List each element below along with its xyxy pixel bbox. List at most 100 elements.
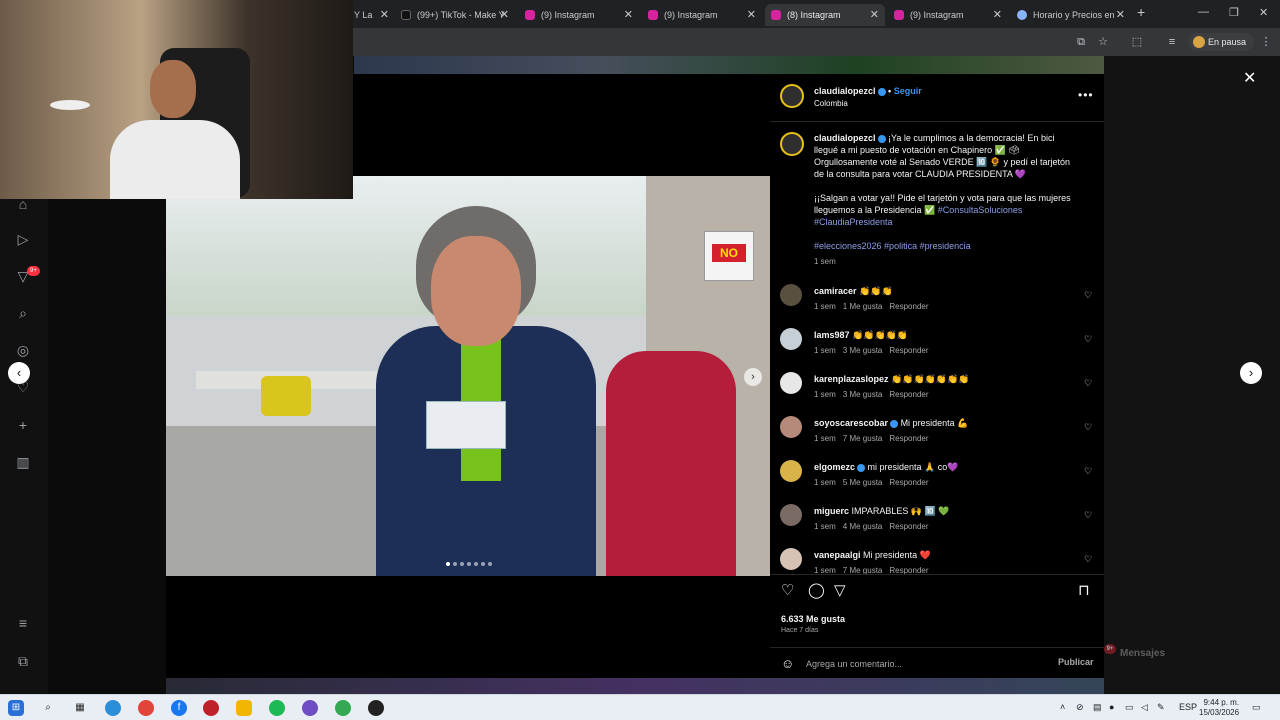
comment-likes[interactable]: 1 Me gusta	[843, 302, 883, 311]
comment-like-icon[interactable]: ♡	[1084, 378, 1092, 389]
commenter-username[interactable]: vanepaalgi	[814, 550, 861, 560]
author-avatar[interactable]	[780, 84, 804, 108]
commenter-avatar[interactable]	[780, 372, 802, 394]
close-tab-icon[interactable]: ✕	[1116, 8, 1125, 21]
minimize-icon[interactable]: —	[1198, 6, 1209, 18]
language-indicator[interactable]: ESP	[1179, 702, 1197, 712]
comment-likes[interactable]: 7 Me gusta	[843, 434, 883, 443]
reply-button[interactable]: Responder	[889, 478, 928, 487]
comment-like-icon[interactable]: ♡	[1084, 554, 1092, 565]
commenter-username[interactable]: miguerc	[814, 506, 849, 516]
browser-tab[interactable]: (9) Instagram ✕	[642, 4, 762, 26]
commenter-username[interactable]: elgomezc	[814, 462, 855, 472]
reels-icon[interactable]: ▷	[14, 230, 32, 248]
file-explorer-icon[interactable]	[236, 700, 252, 716]
prev-post-icon[interactable]: ‹	[8, 362, 30, 384]
menu-icon[interactable]: ≡	[14, 614, 32, 632]
app-icon[interactable]	[203, 700, 219, 716]
browser-tab-active[interactable]: (8) Instagram ✕	[765, 4, 885, 26]
commenter-username[interactable]: camiracer	[814, 286, 857, 296]
comment-icon[interactable]: ◯	[808, 581, 825, 599]
search-icon[interactable]: ⌕	[14, 304, 32, 322]
search-icon[interactable]: ⌕	[40, 700, 56, 716]
explore-icon[interactable]: ◎	[14, 341, 32, 359]
commenter-username[interactable]: lams987	[814, 330, 850, 340]
tray-icon[interactable]: ▤	[1093, 702, 1102, 713]
commenter-avatar[interactable]	[780, 328, 802, 350]
reply-button[interactable]: Responder	[889, 434, 928, 443]
dashboard-icon[interactable]: ▥	[14, 453, 32, 471]
commenter-avatar[interactable]	[780, 284, 802, 306]
browser-tab[interactable]: (9) Instagram ✕	[888, 4, 1008, 26]
chrome-profile-icon[interactable]	[335, 700, 351, 716]
close-tab-icon[interactable]: ✕	[380, 8, 389, 21]
caption-username[interactable]: claudialopezcl	[814, 133, 876, 143]
reading-list-icon[interactable]: ≡	[1165, 35, 1179, 49]
close-tab-icon[interactable]: ✕	[870, 8, 879, 21]
facebook-icon[interactable]: f	[171, 700, 187, 716]
browser-tab[interactable]: (99+) TikTok - Make Y ✕	[395, 4, 515, 26]
bookmark-icon[interactable]: ⊓	[1078, 581, 1090, 599]
close-tab-icon[interactable]: ✕	[624, 8, 633, 21]
next-post-icon[interactable]: ›	[1240, 362, 1262, 384]
bookmark-star-icon[interactable]: ☆	[1096, 35, 1110, 49]
follow-button[interactable]: Seguir	[894, 86, 922, 96]
task-view-icon[interactable]: ▦	[72, 700, 88, 716]
comment-likes[interactable]: 3 Me gusta	[843, 346, 883, 355]
apps-icon[interactable]: ⧉	[14, 652, 32, 670]
spotify-icon[interactable]	[269, 700, 285, 716]
comment-like-icon[interactable]: ♡	[1084, 422, 1092, 433]
clock[interactable]: 9:44 p. m. 15/03/2026	[1199, 698, 1239, 718]
comment-likes[interactable]: 4 Me gusta	[843, 522, 883, 531]
heart-icon[interactable]: ♡	[781, 581, 794, 599]
commenter-avatar[interactable]	[780, 416, 802, 438]
comment-likes[interactable]: 3 Me gusta	[843, 390, 883, 399]
caption-hashtags-2[interactable]: #elecciones2026 #politica #presidencia	[814, 241, 971, 251]
maximize-icon[interactable]: ❐	[1229, 6, 1239, 19]
close-tab-icon[interactable]: ✕	[500, 8, 509, 21]
caption-avatar[interactable]	[780, 132, 804, 156]
reply-button[interactable]: Responder	[889, 302, 928, 311]
author-username[interactable]: claudialopezcl	[814, 86, 876, 96]
window-close-icon[interactable]: ✕	[1259, 6, 1268, 19]
notifications-icon[interactable]: ▭	[1252, 702, 1261, 713]
extensions-icon[interactable]: ⬚	[1130, 35, 1144, 49]
tray-chevron-icon[interactable]: ˄	[1060, 702, 1065, 712]
close-tab-icon[interactable]: ✕	[747, 8, 756, 21]
install-app-icon[interactable]: ⧉	[1074, 35, 1088, 49]
new-tab-button[interactable]: +	[1137, 4, 1145, 20]
comment-likes[interactable]: 5 Me gusta	[843, 478, 883, 487]
messages-button[interactable]: 9+ Mensajes	[1104, 638, 1244, 668]
chrome-icon[interactable]	[138, 700, 154, 716]
emoji-icon[interactable]: ☺	[781, 656, 794, 671]
close-icon[interactable]: ✕	[1243, 68, 1256, 88]
browser-tab[interactable]: Horario y Precios en ✕	[1011, 4, 1131, 26]
profile-button[interactable]: En pausa	[1188, 33, 1255, 51]
like-count[interactable]: 6.633 Me gusta	[781, 614, 845, 624]
comment-like-icon[interactable]: ♡	[1084, 334, 1092, 345]
commenter-username[interactable]: karenplazaslopez	[814, 374, 889, 384]
tray-icon[interactable]: ▭	[1125, 702, 1134, 713]
commenter-username[interactable]: soyoscarescobar	[814, 418, 888, 428]
post-photo[interactable]: NO	[166, 176, 770, 576]
pen-icon[interactable]: ✎	[1157, 702, 1165, 713]
reply-button[interactable]: Responder	[889, 390, 928, 399]
create-icon[interactable]: +	[14, 416, 32, 434]
comment-like-icon[interactable]: ♡	[1084, 290, 1092, 301]
tray-icon[interactable]: ⊘	[1076, 702, 1084, 713]
browser-tab[interactable]: (9) Instagram ✕	[519, 4, 639, 26]
commenter-avatar[interactable]	[780, 504, 802, 526]
close-tab-icon[interactable]: ✕	[993, 8, 1002, 21]
comment-input[interactable]	[806, 656, 1026, 672]
microphone-icon[interactable]: ●	[1109, 702, 1114, 712]
commenter-avatar[interactable]	[780, 460, 802, 482]
comment-like-icon[interactable]: ♡	[1084, 466, 1092, 477]
app-icon[interactable]	[368, 700, 384, 716]
reply-button[interactable]: Responder	[889, 522, 928, 531]
share-icon[interactable]: ▽	[834, 581, 846, 599]
reply-button[interactable]: Responder	[889, 346, 928, 355]
comment-like-icon[interactable]: ♡	[1084, 510, 1092, 521]
post-location[interactable]: Colombia	[814, 99, 848, 108]
commenter-avatar[interactable]	[780, 548, 802, 570]
app-icon[interactable]	[302, 700, 318, 716]
